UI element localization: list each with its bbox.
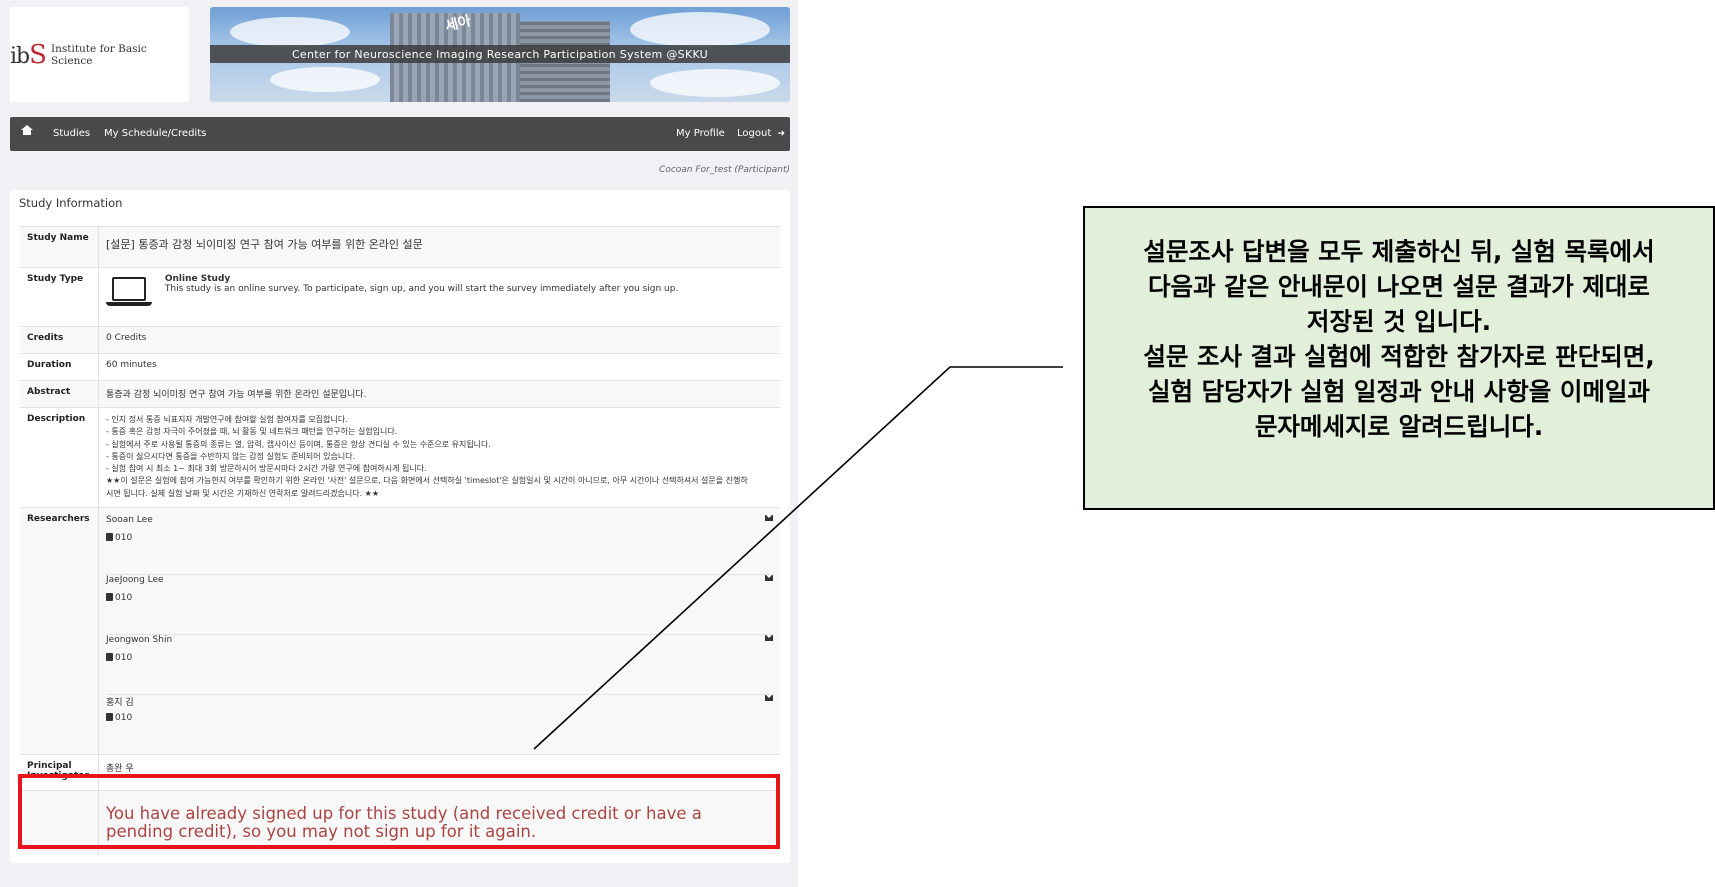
annotation-line: 설문 조사 결과 실험에 적합한 참가자로 판단되면, <box>1143 342 1655 371</box>
annotation-line: 문자메세지로 알려드립니다. <box>1254 412 1544 441</box>
annotation-line: 설문조사 답변을 모두 제출하신 뒤, 실험 목록에서 <box>1143 237 1655 266</box>
annotation-line: 실험 담당자가 실험 일정과 안내 사항을 이메일과 <box>1148 377 1650 406</box>
annotation-line: 다음과 같은 안내문이 나오면 설문 결과가 제대로 <box>1148 272 1650 301</box>
annotation-callout: 설문조사 답변을 모두 제출하신 뒤, 실험 목록에서 다음과 같은 안내문이 … <box>1083 206 1715 510</box>
annotation-connector-line <box>533 366 1063 750</box>
annotation-line: 저장된 것 입니다. <box>1306 307 1492 336</box>
